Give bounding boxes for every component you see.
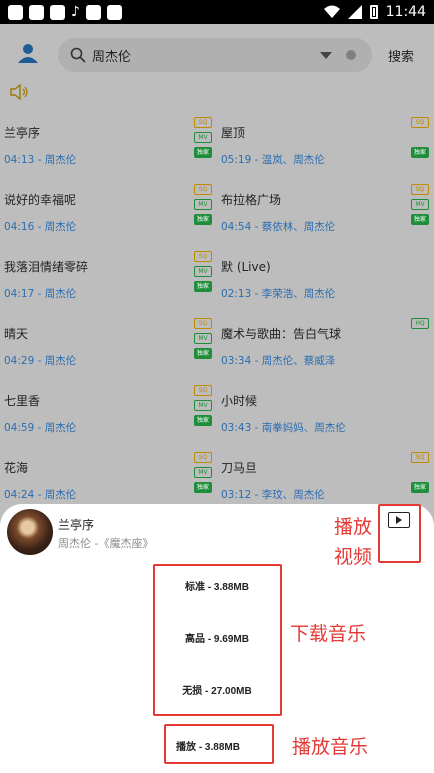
mv-badge[interactable]: MV xyxy=(411,199,429,210)
mv-badge[interactable]: MV xyxy=(194,467,212,478)
play-video-highlight xyxy=(378,504,421,563)
notification-icon xyxy=(50,4,65,20)
status-bar: ♪ 11:44 xyxy=(0,0,434,24)
sq-badge: SQ xyxy=(194,452,212,463)
sq-badge: SQ xyxy=(194,385,212,396)
annotation-play-video: 视频 xyxy=(334,546,373,568)
signal-icon xyxy=(347,5,362,19)
search-bar[interactable]: 周杰伦 xyxy=(58,38,372,72)
sq-badge: SQ xyxy=(411,184,429,195)
song-title: 默 (Live) xyxy=(221,260,271,274)
song-meta: 04:54 - 蔡依林、周杰伦 xyxy=(221,221,336,233)
song-meta: 04:29 - 周杰伦 xyxy=(4,355,77,367)
sq-badge: SQ xyxy=(194,184,212,195)
dropdown-arrow-icon[interactable] xyxy=(320,52,332,59)
song-title: 魔术与歌曲：告白气球 xyxy=(221,327,342,341)
song-title: 布拉格广场 xyxy=(221,193,282,207)
song-title: 小时候 xyxy=(221,394,258,408)
sq-badge: SQ xyxy=(411,452,429,463)
song-title: 刀马旦 xyxy=(221,461,258,475)
mv-badge[interactable]: MV xyxy=(194,266,212,277)
wifi-icon xyxy=(323,5,340,18)
sheet-song-title: 兰亭序 xyxy=(58,518,95,532)
song-meta: 04:24 - 周杰伦 xyxy=(4,489,77,501)
song-item[interactable]: 七里香 04:59 - 周杰伦 SQ MV 独家 xyxy=(0,382,217,449)
battery-icon xyxy=(369,5,378,19)
notification-icon xyxy=(106,4,122,20)
exclusive-badge: 独家 xyxy=(194,348,212,359)
search-results-screen: 周杰伦 搜索 兰亭序 04:13 - 周杰伦 SQ MV 独家 屋顶 05:19… xyxy=(0,24,434,524)
exclusive-badge: 独家 xyxy=(411,147,429,158)
exclusive-badge: 独家 xyxy=(194,214,212,225)
header: 周杰伦 搜索 xyxy=(0,24,434,86)
song-item[interactable]: 屋顶 05:19 - 温岚、周杰伦 SQ 独家 xyxy=(217,114,434,181)
mv-badge[interactable]: MV xyxy=(194,199,212,210)
notification-icon xyxy=(8,4,23,20)
search-button[interactable]: 搜索 xyxy=(388,46,414,65)
download-options-highlight xyxy=(153,564,282,716)
notification-icon xyxy=(85,4,101,20)
song-item[interactable]: 小时候 03:43 - 南拳妈妈、周杰伦 xyxy=(217,382,434,449)
song-title: 我落泪情绪零碎 xyxy=(4,260,89,274)
song-item[interactable]: 我落泪情绪零碎 04:17 - 周杰伦 SQ MV 独家 xyxy=(0,248,217,315)
mv-badge[interactable]: MV xyxy=(194,400,212,411)
clear-icon[interactable] xyxy=(346,50,356,60)
user-icon[interactable] xyxy=(17,42,39,64)
song-item[interactable]: 布拉格广场 04:54 - 蔡依林、周杰伦 SQ MV 独家 xyxy=(217,181,434,248)
exclusive-badge: 独家 xyxy=(194,281,212,292)
song-meta: 04:16 - 周杰伦 xyxy=(4,221,77,233)
song-title: 屋顶 xyxy=(221,126,246,140)
mv-badge[interactable]: MV xyxy=(194,333,212,344)
song-meta: 03:34 - 周杰伦、蔡威泽 xyxy=(221,355,336,367)
song-meta: 03:43 - 南拳妈妈、周杰伦 xyxy=(221,422,346,434)
song-meta: 02:13 - 李荣浩、周杰伦 xyxy=(221,288,336,300)
sheet-song-subtitle: 周杰伦 -《魔杰座》 xyxy=(58,537,154,550)
song-item[interactable]: 兰亭序 04:13 - 周杰伦 SQ MV 独家 xyxy=(0,114,217,181)
song-meta: 04:17 - 周杰伦 xyxy=(4,288,77,300)
song-title: 七里香 xyxy=(4,394,41,408)
search-icon xyxy=(70,47,86,63)
song-meta: 04:13 - 周杰伦 xyxy=(4,154,77,166)
song-meta: 05:19 - 温岚、周杰伦 xyxy=(221,154,325,166)
exclusive-badge: 独家 xyxy=(194,415,212,426)
play-music-highlight xyxy=(164,724,274,764)
music-note-icon: ♪ xyxy=(71,4,80,20)
exclusive-badge: 独家 xyxy=(194,482,212,493)
song-title: 晴天 xyxy=(4,327,29,341)
sq-badge: SQ xyxy=(194,117,212,128)
album-cover xyxy=(7,509,53,555)
annotation-play-video: 播放 xyxy=(334,516,373,538)
speaker-icon[interactable] xyxy=(10,84,30,100)
annotation-play-music: 播放音乐 xyxy=(292,736,369,758)
hq-badge: HQ xyxy=(411,318,429,329)
sq-badge: SQ xyxy=(411,117,429,128)
exclusive-badge: 独家 xyxy=(411,482,429,493)
song-meta: 04:59 - 周杰伦 xyxy=(4,422,77,434)
clock: 11:44 xyxy=(385,4,426,20)
exclusive-badge: 独家 xyxy=(194,147,212,158)
notification-icon xyxy=(29,4,44,20)
song-item[interactable]: 说好的幸福呢 04:16 - 周杰伦 SQ MV 独家 xyxy=(0,181,217,248)
song-title: 兰亭序 xyxy=(4,126,41,140)
annotation-download-music: 下载音乐 xyxy=(290,623,367,645)
song-item[interactable]: 魔术与歌曲：告白气球 03:34 - 周杰伦、蔡威泽 HQ xyxy=(217,315,434,382)
song-title: 说好的幸福呢 xyxy=(4,193,77,207)
song-item[interactable]: 晴天 04:29 - 周杰伦 SQ MV 独家 xyxy=(0,315,217,382)
exclusive-badge: 独家 xyxy=(411,214,429,225)
sq-badge: SQ xyxy=(194,251,212,262)
song-title: 花海 xyxy=(4,461,29,475)
song-meta: 03:12 - 李玟、周杰伦 xyxy=(221,489,325,501)
song-item[interactable]: 默 (Live) 02:13 - 李荣浩、周杰伦 xyxy=(217,248,434,315)
mv-badge[interactable]: MV xyxy=(194,132,212,143)
sq-badge: SQ xyxy=(194,318,212,329)
search-input[interactable]: 周杰伦 xyxy=(92,46,131,65)
